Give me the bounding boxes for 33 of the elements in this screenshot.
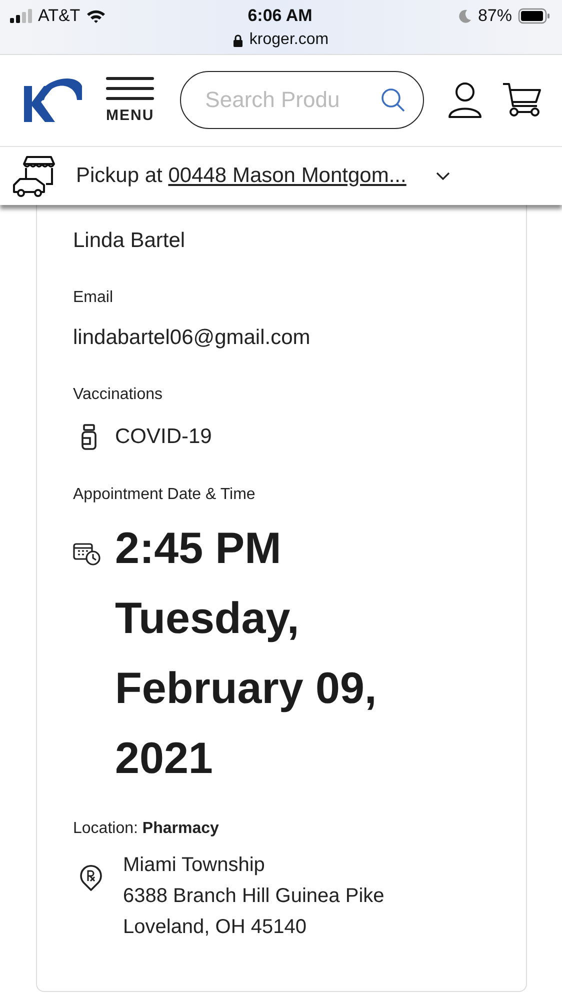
appointment-date: Tuesday, February 09, 2021 (115, 593, 378, 785)
location-label: Location: Pharmacy (73, 820, 219, 838)
search-field[interactable]: Search Produ (180, 71, 424, 130)
menu-button[interactable]: MENU (106, 76, 154, 124)
carrier-name: AT&T (38, 6, 80, 26)
appointment-label: Appointment Date & Time (73, 486, 256, 504)
chevron-down-icon[interactable] (436, 172, 450, 180)
url-text[interactable]: kroger.com (249, 31, 329, 49)
account-icon[interactable] (448, 82, 482, 118)
signal-icon (10, 9, 32, 23)
address-line: 6388 Branch Hill Guinea Pike (123, 885, 384, 908)
vaccinations-label: Vaccinations (73, 386, 163, 404)
cart-icon[interactable] (502, 82, 542, 118)
battery-percentage: 87% (478, 6, 512, 26)
store-pickup-icon (12, 154, 56, 198)
vaccine-name: COVID-19 (115, 425, 212, 449)
wifi-icon (86, 8, 106, 24)
location-name: Miami Township (123, 854, 266, 877)
search-icon[interactable] (380, 87, 406, 114)
pickup-bar[interactable]: Pickup at 00448 Mason Montgom... (0, 146, 562, 205)
address-line: Loveland, OH 45140 (123, 916, 308, 939)
lock-icon (233, 34, 244, 46)
calendar-clock-icon (73, 542, 101, 566)
patient-name: Linda Bartel (73, 229, 186, 253)
vial-icon (81, 424, 97, 450)
appointment-time: 2:45 PM (115, 523, 282, 575)
clock-time: 6:06 AM (248, 6, 312, 26)
moon-icon (458, 9, 472, 23)
email-value: lindabartel06@gmail.com (73, 326, 310, 350)
pharmacy-pin-icon (79, 864, 103, 892)
pickup-location-text[interactable]: Pickup at 00448 Mason Montgom... (76, 164, 406, 188)
battery-icon (518, 8, 550, 24)
email-label: Email (73, 289, 114, 307)
